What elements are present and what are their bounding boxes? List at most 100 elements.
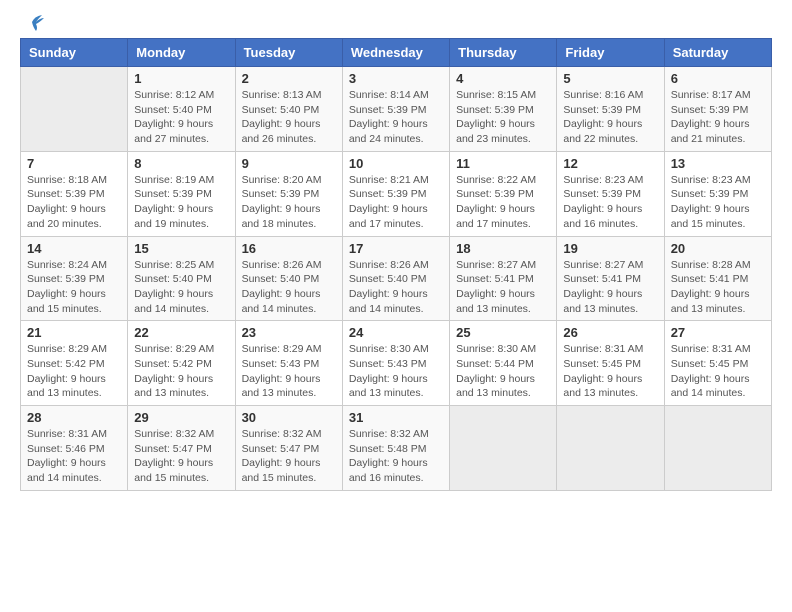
day-info: Sunrise: 8:32 AMSunset: 5:48 PMDaylight:… [349, 427, 443, 486]
day-number: 24 [349, 325, 443, 340]
calendar-cell: 19 Sunrise: 8:27 AMSunset: 5:41 PMDayligh… [557, 236, 664, 321]
day-number: 22 [134, 325, 228, 340]
calendar-cell: 25 Sunrise: 8:30 AMSunset: 5:44 PMDayligh… [450, 321, 557, 406]
calendar-cell: 6Sunrise: 8:17 AMSunset: 5:39 PMDaylight… [664, 67, 771, 152]
calendar-table: SundayMondayTuesdayWednesdayThursdayFrid… [20, 38, 772, 491]
day-number: 20 [671, 241, 765, 256]
day-number: 30 [242, 410, 336, 425]
day-info: Sunrise: 8:19 AMSunset: 5:39 PMDaylight:… [134, 173, 228, 232]
logo [20, 20, 44, 28]
day-info: Sunrise: 8:29 AMSunset: 5:42 PMDaylight:… [27, 342, 121, 401]
day-info: Sunrise: 8:29 AMSunset: 5:42 PMDaylight:… [134, 342, 228, 401]
col-header-wednesday: Wednesday [342, 39, 449, 67]
day-info: Sunrise: 8:31 AMSunset: 5:45 PMDaylight:… [563, 342, 657, 401]
calendar-cell: 4 Sunrise: 8:15 AMSunset: 5:39 PMDaylight… [450, 67, 557, 152]
calendar-cell: 18 Sunrise: 8:27 AMSunset: 5:41 PMDayligh… [450, 236, 557, 321]
day-info: Sunrise: 8:26 AMSunset: 5:40 PMDaylight:… [242, 258, 336, 317]
col-header-sunday: Sunday [21, 39, 128, 67]
day-number: 10 [349, 156, 443, 171]
day-number: 17 [349, 241, 443, 256]
day-info: Sunrise: 8:30 AMSunset: 5:43 PMDaylight:… [349, 342, 443, 401]
day-info: Sunrise: 8:26 AMSunset: 5:40 PMDaylight:… [349, 258, 443, 317]
day-number: 8 [134, 156, 228, 171]
calendar-cell [21, 67, 128, 152]
day-info: Sunrise: 8:32 AMSunset: 5:47 PMDaylight:… [242, 427, 336, 486]
day-number: 21 [27, 325, 121, 340]
calendar-cell: 30 Sunrise: 8:32 AMSunset: 5:47 PMDayligh… [235, 406, 342, 491]
day-info: Sunrise: 8:21 AMSunset: 5:39 PMDaylight:… [349, 173, 443, 232]
day-info: Sunrise: 8:31 AMSunset: 5:45 PMDaylight:… [671, 342, 765, 401]
logo-bird-icon [22, 14, 44, 32]
day-info: Sunrise: 8:28 AMSunset: 5:41 PMDaylight:… [671, 258, 765, 317]
day-number: 14 [27, 241, 121, 256]
day-number: 29 [134, 410, 228, 425]
header [20, 20, 772, 28]
calendar-cell: 16 Sunrise: 8:26 AMSunset: 5:40 PMDayligh… [235, 236, 342, 321]
calendar-cell: 17 Sunrise: 8:26 AMSunset: 5:40 PMDayligh… [342, 236, 449, 321]
day-info: Sunrise: 8:16 AMSunset: 5:39 PMDaylight:… [563, 88, 657, 147]
day-number: 9 [242, 156, 336, 171]
calendar-cell: 3Sunrise: 8:14 AMSunset: 5:39 PMDaylight… [342, 67, 449, 152]
day-info: Sunrise: 8:18 AMSunset: 5:39 PMDaylight:… [27, 173, 121, 232]
calendar-cell: 1 Sunrise: 8:12 AMSunset: 5:40 PMDaylight… [128, 67, 235, 152]
calendar-cell: 5 Sunrise: 8:16 AMSunset: 5:39 PMDaylight… [557, 67, 664, 152]
day-number: 16 [242, 241, 336, 256]
calendar-cell: 21 Sunrise: 8:29 AMSunset: 5:42 PMDayligh… [21, 321, 128, 406]
day-info: Sunrise: 8:24 AMSunset: 5:39 PMDaylight:… [27, 258, 121, 317]
day-number: 1 [134, 71, 228, 86]
day-number: 12 [563, 156, 657, 171]
day-number: 5 [563, 71, 657, 86]
calendar-cell [664, 406, 771, 491]
day-info: Sunrise: 8:20 AMSunset: 5:39 PMDaylight:… [242, 173, 336, 232]
calendar-cell: 20 Sunrise: 8:28 AMSunset: 5:41 PMDayligh… [664, 236, 771, 321]
day-info: Sunrise: 8:27 AMSunset: 5:41 PMDaylight:… [456, 258, 550, 317]
day-number: 27 [671, 325, 765, 340]
day-number: 25 [456, 325, 550, 340]
day-number: 28 [27, 410, 121, 425]
day-number: 6 [671, 71, 765, 86]
day-number: 4 [456, 71, 550, 86]
day-number: 15 [134, 241, 228, 256]
day-info: Sunrise: 8:13 AMSunset: 5:40 PMDaylight:… [242, 88, 336, 147]
day-info: Sunrise: 8:12 AMSunset: 5:40 PMDaylight:… [134, 88, 228, 147]
calendar-cell: 9 Sunrise: 8:20 AMSunset: 5:39 PMDaylight… [235, 151, 342, 236]
calendar-week-4: 21 Sunrise: 8:29 AMSunset: 5:42 PMDayligh… [21, 321, 772, 406]
day-info: Sunrise: 8:15 AMSunset: 5:39 PMDaylight:… [456, 88, 550, 147]
calendar-cell: 29 Sunrise: 8:32 AMSunset: 5:47 PMDayligh… [128, 406, 235, 491]
day-number: 7 [27, 156, 121, 171]
calendar-cell: 12 Sunrise: 8:23 AMSunset: 5:39 PMDayligh… [557, 151, 664, 236]
calendar-cell: 7 Sunrise: 8:18 AMSunset: 5:39 PMDaylight… [21, 151, 128, 236]
col-header-monday: Monday [128, 39, 235, 67]
col-header-saturday: Saturday [664, 39, 771, 67]
day-info: Sunrise: 8:27 AMSunset: 5:41 PMDaylight:… [563, 258, 657, 317]
day-number: 11 [456, 156, 550, 171]
day-number: 13 [671, 156, 765, 171]
day-number: 18 [456, 241, 550, 256]
calendar-cell [450, 406, 557, 491]
day-info: Sunrise: 8:25 AMSunset: 5:40 PMDaylight:… [134, 258, 228, 317]
day-number: 31 [349, 410, 443, 425]
calendar-cell: 8 Sunrise: 8:19 AMSunset: 5:39 PMDaylight… [128, 151, 235, 236]
calendar-cell [557, 406, 664, 491]
day-info: Sunrise: 8:29 AMSunset: 5:43 PMDaylight:… [242, 342, 336, 401]
day-info: Sunrise: 8:23 AMSunset: 5:39 PMDaylight:… [563, 173, 657, 232]
calendar-cell: 13Sunrise: 8:23 AMSunset: 5:39 PMDayligh… [664, 151, 771, 236]
day-info: Sunrise: 8:30 AMSunset: 5:44 PMDaylight:… [456, 342, 550, 401]
calendar-cell: 26 Sunrise: 8:31 AMSunset: 5:45 PMDayligh… [557, 321, 664, 406]
day-number: 26 [563, 325, 657, 340]
day-info: Sunrise: 8:32 AMSunset: 5:47 PMDaylight:… [134, 427, 228, 486]
calendar-cell: 31 Sunrise: 8:32 AMSunset: 5:48 PMDayligh… [342, 406, 449, 491]
calendar-cell: 11 Sunrise: 8:22 AMSunset: 5:39 PMDayligh… [450, 151, 557, 236]
calendar-cell: 28Sunrise: 8:31 AMSunset: 5:46 PMDayligh… [21, 406, 128, 491]
calendar-cell: 15 Sunrise: 8:25 AMSunset: 5:40 PMDayligh… [128, 236, 235, 321]
calendar-cell: 24 Sunrise: 8:30 AMSunset: 5:43 PMDayligh… [342, 321, 449, 406]
calendar-week-2: 7 Sunrise: 8:18 AMSunset: 5:39 PMDaylight… [21, 151, 772, 236]
calendar-cell: 27 Sunrise: 8:31 AMSunset: 5:45 PMDayligh… [664, 321, 771, 406]
calendar-week-5: 28Sunrise: 8:31 AMSunset: 5:46 PMDayligh… [21, 406, 772, 491]
col-header-thursday: Thursday [450, 39, 557, 67]
col-header-friday: Friday [557, 39, 664, 67]
calendar-header: SundayMondayTuesdayWednesdayThursdayFrid… [21, 39, 772, 67]
day-info: Sunrise: 8:22 AMSunset: 5:39 PMDaylight:… [456, 173, 550, 232]
day-number: 19 [563, 241, 657, 256]
calendar-cell: 22 Sunrise: 8:29 AMSunset: 5:42 PMDayligh… [128, 321, 235, 406]
